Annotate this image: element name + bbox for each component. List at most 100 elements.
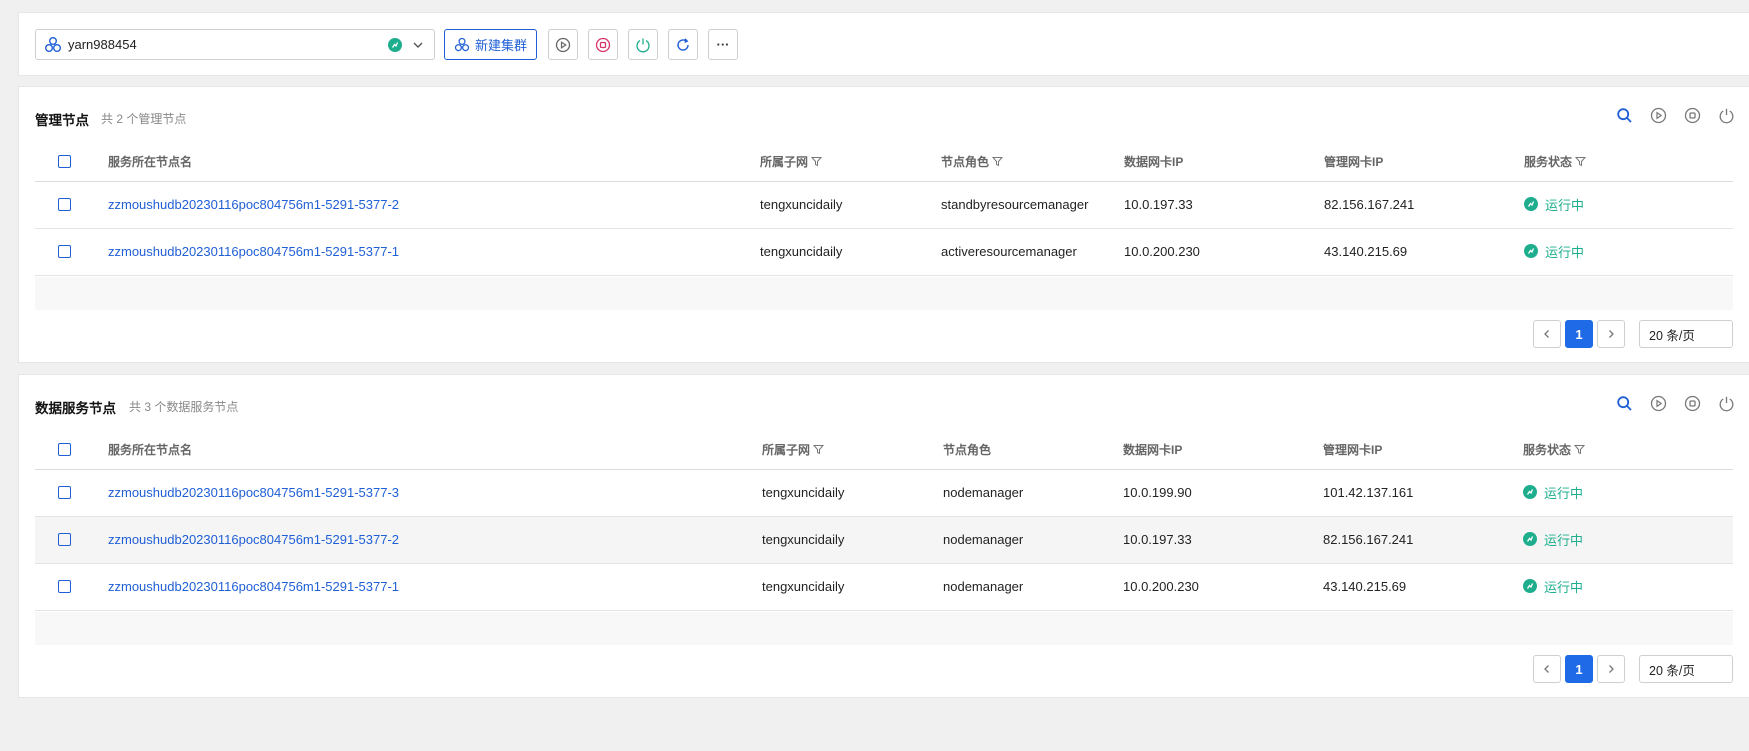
status-text: 运行中 (1544, 579, 1584, 595)
power-button[interactable] (628, 29, 658, 60)
subnet-cell: tengxuncidaily (762, 532, 845, 547)
page-size-select[interactable]: 20 条/页 (1639, 655, 1733, 683)
status-text: 运行中 (1544, 532, 1584, 548)
node-name-link[interactable]: zzmoushudb20230116poc804756m1-5291-5377-… (108, 485, 399, 500)
row-checkbox[interactable] (58, 533, 71, 546)
role-cell: standbyresourcemanager (941, 197, 1089, 212)
cluster-icon (45, 36, 61, 52)
power-icon (636, 38, 650, 52)
node-name-link[interactable]: zzmoushudb20230116poc804756m1-5291-5377-… (108, 532, 399, 547)
running-status-icon (388, 37, 402, 52)
running-status-icon (1523, 485, 1537, 500)
mgmt-ip-cell: 82.156.167.241 (1324, 197, 1415, 212)
search-icon (1617, 396, 1632, 411)
data-ip-cell: 10.0.200.230 (1123, 579, 1199, 594)
stop-circle-icon (595, 37, 611, 52)
new-cluster-button[interactable]: 新建集群 (444, 29, 537, 60)
cluster-select[interactable]: yarn988454 (35, 29, 435, 60)
role-cell: nodemanager (943, 532, 1024, 547)
prev-page-button[interactable] (1533, 655, 1561, 683)
filter-icon[interactable] (811, 156, 823, 167)
cluster-name: yarn988454 (68, 37, 137, 52)
table-row: zzmoushudb20230116poc804756m1-5291-5377-… (35, 469, 1733, 517)
subnet-cell: tengxuncidaily (762, 579, 845, 594)
refresh-icon (677, 37, 689, 51)
next-page-button[interactable] (1597, 320, 1625, 348)
column-header: 服务状态 (1523, 443, 1572, 458)
panel-subtitle: 共 2 个管理节点 (101, 112, 187, 126)
start-button[interactable] (1650, 395, 1667, 412)
page-number-button[interactable]: 1 (1565, 655, 1593, 683)
chevron-left-icon (1544, 330, 1549, 338)
subnet-cell: tengxuncidaily (760, 244, 843, 259)
stop-circle-icon (1684, 107, 1701, 124)
chevron-right-icon (1609, 665, 1614, 673)
data-ip-cell: 10.0.197.33 (1124, 197, 1193, 212)
search-icon (1617, 108, 1632, 123)
row-checkbox[interactable] (58, 198, 71, 211)
status-text: 运行中 (1545, 197, 1585, 213)
data-ip-cell: 10.0.199.90 (1123, 485, 1192, 500)
column-header: 数据网卡IP (1124, 155, 1184, 170)
status-badge: 运行中 (1523, 483, 1583, 502)
node-name-link[interactable]: zzmoushudb20230116poc804756m1-5291-5377-… (108, 197, 399, 212)
power-icon (1719, 396, 1734, 412)
next-page-button[interactable] (1597, 655, 1625, 683)
more-icon: ··· (716, 37, 730, 52)
select-all-checkbox[interactable] (58, 443, 71, 457)
play-circle-icon (1650, 395, 1667, 412)
filter-icon[interactable] (813, 444, 825, 455)
column-header: 节点角色 (943, 443, 992, 458)
empty-row (35, 612, 1733, 645)
management-nodes-panel: 管理节点 共 2 个管理节点 服务所在节点名 所属子网 节点角色 数据网卡IP … (18, 86, 1749, 363)
search-button[interactable] (1616, 395, 1633, 412)
row-checkbox[interactable] (58, 245, 71, 258)
stop-button[interactable] (1684, 107, 1701, 124)
running-status-icon (1523, 532, 1537, 547)
prev-page-button[interactable] (1533, 320, 1561, 348)
running-status-icon (1524, 244, 1538, 259)
power-button[interactable] (1718, 395, 1735, 412)
chevron-down-icon (413, 42, 423, 48)
row-checkbox[interactable] (58, 486, 71, 499)
filter-icon[interactable] (992, 156, 1004, 167)
node-name-link[interactable]: zzmoushudb20230116poc804756m1-5291-5377-… (108, 579, 399, 594)
data-ip-cell: 10.0.200.230 (1124, 244, 1200, 259)
table-header-row: 服务所在节点名 所属子网 节点角色 数据网卡IP 管理网卡IP 服务状态 (35, 143, 1733, 182)
pagination: 1 20 条/页 (1533, 655, 1733, 683)
pagination: 1 20 条/页 (1533, 320, 1733, 348)
node-name-link[interactable]: zzmoushudb20230116poc804756m1-5291-5377-… (108, 244, 399, 259)
role-cell: nodemanager (943, 579, 1024, 594)
role-cell: nodemanager (943, 485, 1024, 500)
stop-button[interactable] (1684, 395, 1701, 412)
running-status-icon (1524, 197, 1538, 212)
panel-title: 数据服务节点 (35, 401, 116, 416)
start-button[interactable] (1650, 107, 1667, 124)
column-header: 所属子网 (762, 443, 811, 458)
data-ip-cell: 10.0.197.33 (1123, 532, 1192, 547)
play-circle-icon (555, 37, 571, 52)
management-nodes-table: 服务所在节点名 所属子网 节点角色 数据网卡IP 管理网卡IP 服务状态 zzm… (35, 143, 1733, 276)
search-button[interactable] (1616, 107, 1633, 124)
filter-icon[interactable] (1574, 444, 1586, 455)
stop-button[interactable] (588, 29, 618, 60)
toolbar: yarn988454 新建集群 ··· (18, 12, 1749, 76)
panel-subtitle: 共 3 个数据服务节点 (129, 400, 239, 414)
row-checkbox[interactable] (58, 580, 71, 593)
filter-icon[interactable] (1575, 156, 1587, 167)
page-size-select[interactable]: 20 条/页 (1639, 320, 1733, 348)
table-row: zzmoushudb20230116poc804756m1-5291-5377-… (35, 516, 1733, 564)
select-all-checkbox[interactable] (58, 155, 71, 169)
data-nodes-panel: 数据服务节点 共 3 个数据服务节点 服务所在节点名 所属子网 节点角色 数据网… (18, 374, 1749, 698)
status-text: 运行中 (1545, 244, 1585, 260)
power-button[interactable] (1718, 107, 1735, 124)
status-text: 运行中 (1544, 485, 1584, 501)
start-button[interactable] (548, 29, 578, 60)
panel-actions (1616, 395, 1735, 412)
page-number-button[interactable]: 1 (1565, 320, 1593, 348)
power-icon (1719, 108, 1734, 124)
refresh-button[interactable] (668, 29, 698, 60)
more-button[interactable]: ··· (708, 29, 738, 60)
panel-actions (1616, 107, 1735, 124)
column-header: 服务状态 (1524, 155, 1573, 170)
